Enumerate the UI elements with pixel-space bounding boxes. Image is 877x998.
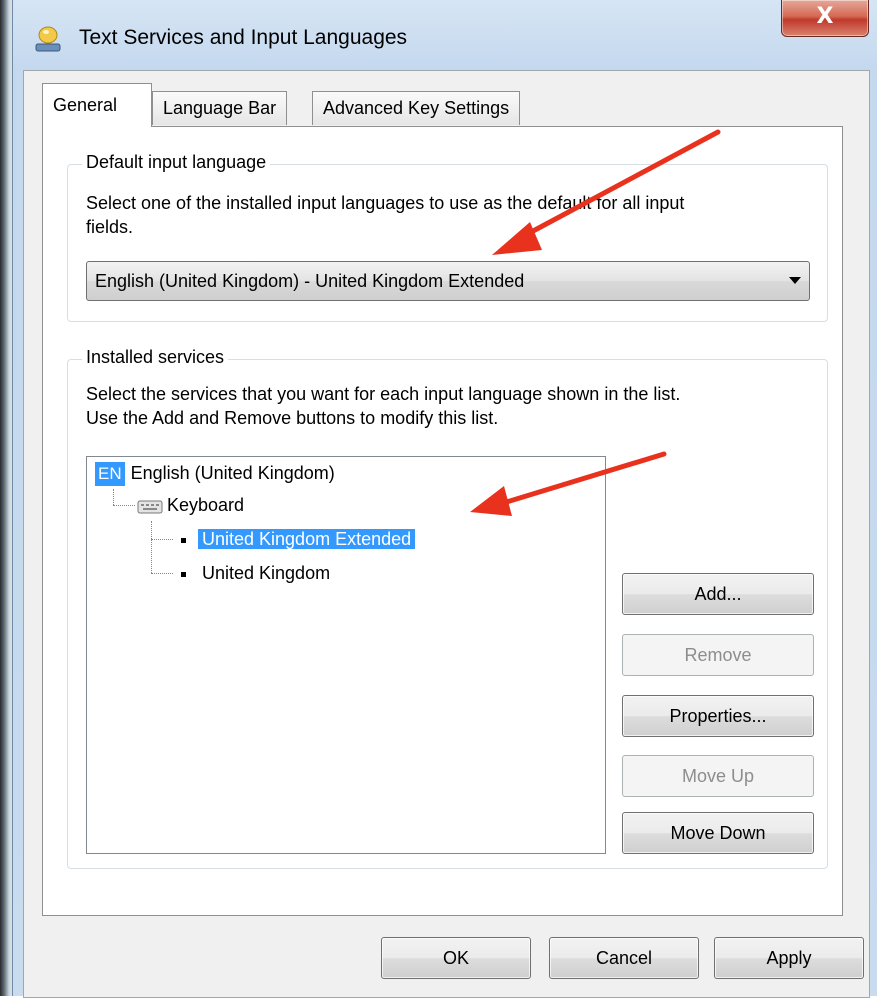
- installed-services-description: Select the services that you want for ea…: [86, 384, 681, 428]
- close-icon: X: [816, 4, 834, 29]
- default-input-language-group: Default input language Select one of the…: [67, 152, 828, 322]
- tree-connector: [151, 521, 152, 573]
- tree-connector: [113, 489, 114, 505]
- title-bar[interactable]: Text Services and Input Languages X: [13, 0, 877, 80]
- apply-button[interactable]: Apply: [714, 937, 864, 979]
- services-tree[interactable]: EN English (United Kingdom) Keyboard Unit…: [86, 456, 606, 854]
- language-code-badge: EN: [95, 462, 125, 486]
- close-button[interactable]: X: [781, 0, 869, 37]
- remove-button[interactable]: Remove: [622, 634, 814, 676]
- window-title: Text Services and Input Languages: [79, 26, 408, 49]
- language-bar-icon: [35, 26, 61, 52]
- tab-general[interactable]: General: [42, 83, 152, 127]
- tree-connector: [151, 539, 173, 540]
- move-up-button[interactable]: Move Up: [622, 755, 814, 797]
- tab-language-bar[interactable]: Language Bar: [152, 91, 288, 125]
- tree-bullet: [181, 537, 186, 543]
- default-language-dropdown[interactable]: English (United Kingdom) - United Kingdo…: [86, 261, 810, 301]
- tab-advanced-key-settings[interactable]: Advanced Key Settings: [312, 91, 521, 125]
- tree-item-language[interactable]: EN English (United Kingdom): [95, 459, 335, 487]
- properties-button[interactable]: Properties...: [622, 695, 814, 737]
- tree-connector: [113, 505, 135, 506]
- default-language-value: English (United Kingdom) - United Kingdo…: [95, 271, 525, 291]
- general-tab-panel: Default input language Select one of the…: [42, 126, 843, 916]
- ok-button[interactable]: OK: [381, 937, 531, 979]
- tree-item-united-kingdom[interactable]: United Kingdom: [181, 559, 334, 587]
- installed-services-group: Installed services Select the services t…: [67, 347, 828, 869]
- group-legend-default-input-language: Default input language: [82, 152, 271, 173]
- tree-item-united-kingdom-extended[interactable]: United Kingdom Extended: [181, 525, 416, 553]
- tree-bullet: [181, 571, 186, 577]
- add-button[interactable]: Add...: [622, 573, 814, 615]
- move-down-button[interactable]: Move Down: [622, 812, 814, 854]
- tree-item-keyboard[interactable]: Keyboard: [137, 491, 244, 519]
- dropdown-arrow-icon: [789, 277, 801, 284]
- cancel-button[interactable]: Cancel: [549, 937, 699, 979]
- default-language-description: Select one of the installed input langua…: [86, 193, 685, 237]
- keyboard-icon: [137, 500, 163, 514]
- group-legend-installed-services: Installed services: [82, 347, 229, 368]
- dialog-client-area: Language Bar Advanced Key Settings Gener…: [23, 70, 870, 998]
- dialog-window: Text Services and Input Languages X Lang…: [12, 0, 877, 998]
- tree-connector: [151, 573, 173, 574]
